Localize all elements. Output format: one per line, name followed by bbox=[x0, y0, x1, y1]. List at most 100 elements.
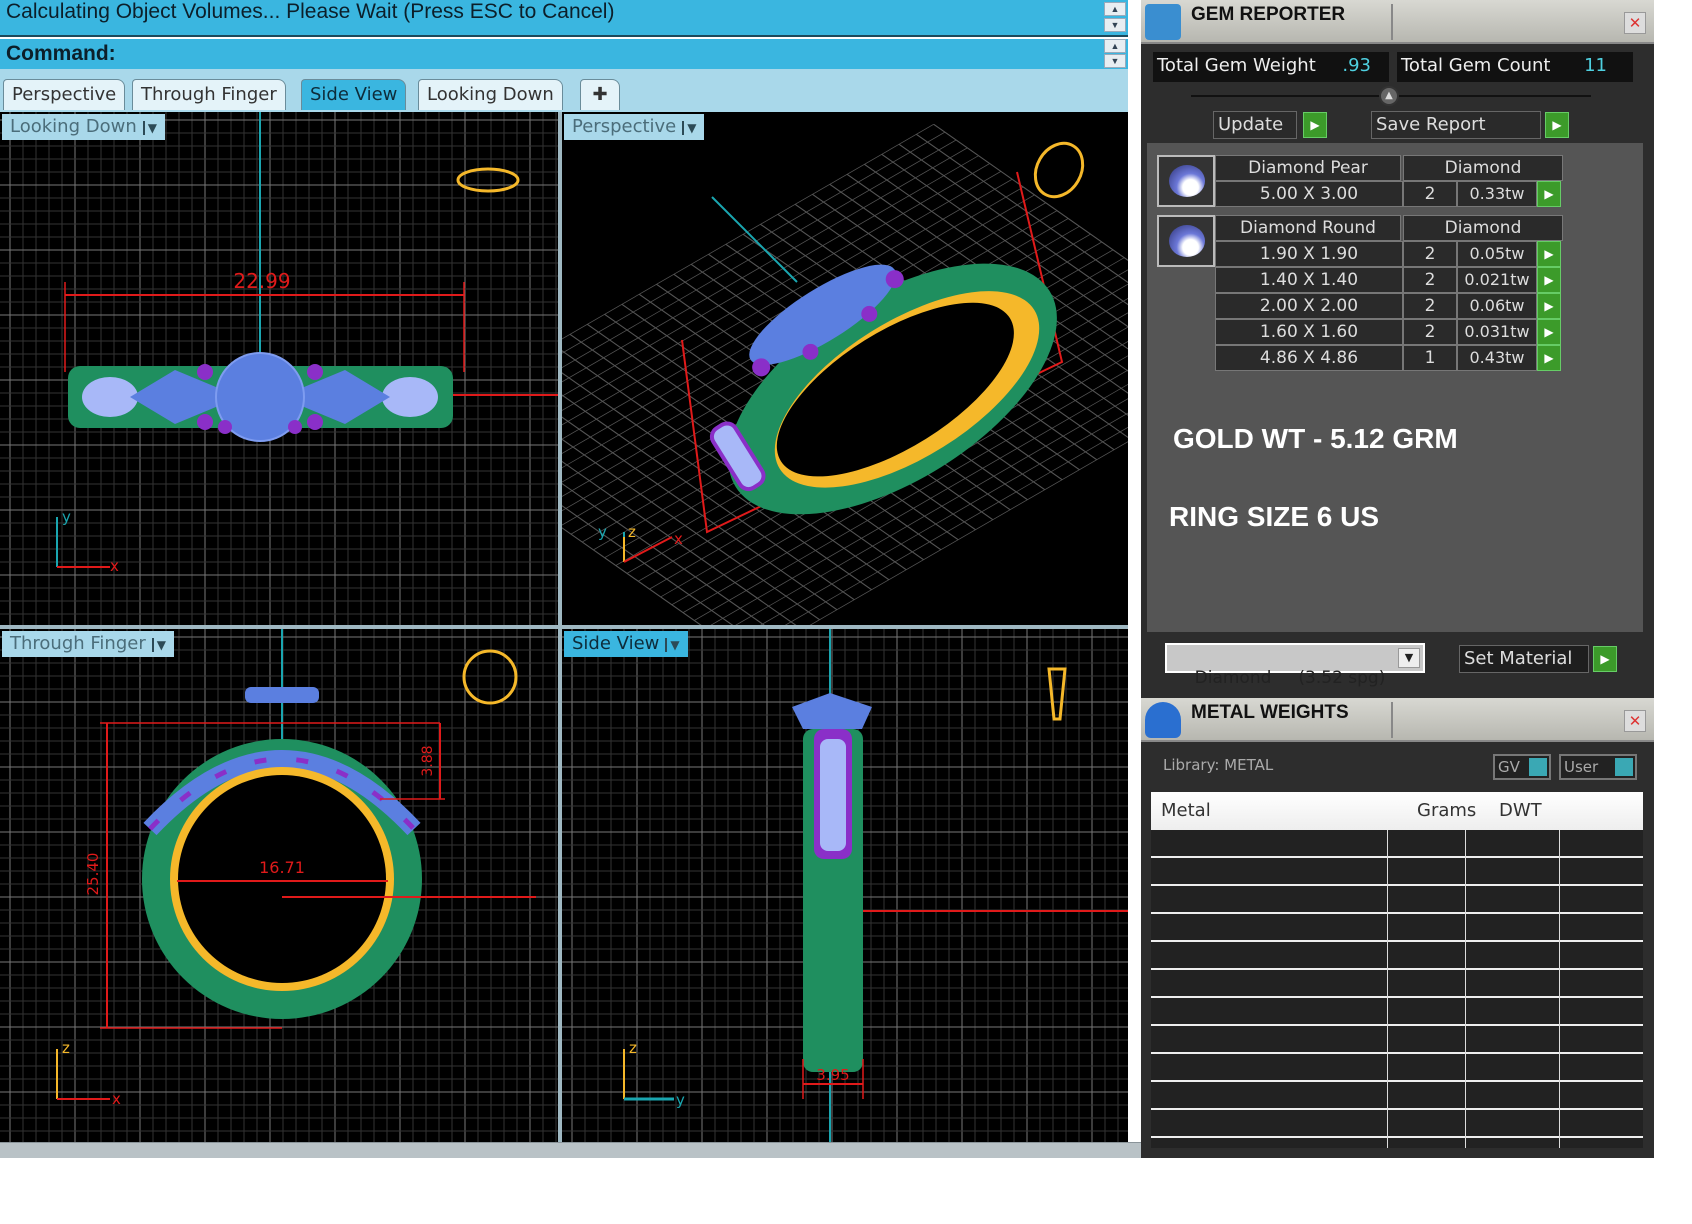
viewport-view-selector[interactable]: Looking Down ▼ bbox=[2, 114, 165, 140]
gem-shape-icon bbox=[1157, 155, 1215, 207]
viewport-view-selector[interactable]: Side View ▼ bbox=[564, 631, 688, 657]
tab-looking-down[interactable]: Looking Down bbox=[418, 79, 563, 110]
play-icon[interactable]: ▶ bbox=[1537, 293, 1561, 319]
table-row[interactable] bbox=[1151, 970, 1643, 998]
axis-z-label: z bbox=[62, 1039, 70, 1057]
status-scroll-down[interactable]: ▼ bbox=[1104, 18, 1126, 32]
gem-count: 2 bbox=[1403, 319, 1457, 345]
viewport-view-selector[interactable]: Perspective ▼ bbox=[564, 114, 705, 140]
table-row[interactable] bbox=[1151, 1054, 1643, 1082]
user-toggle[interactable]: User bbox=[1559, 754, 1637, 780]
metal-weights-title: METAL WEIGHTS bbox=[1191, 702, 1349, 723]
total-gem-weight: Total Gem Weight .93 bbox=[1153, 52, 1389, 82]
chevron-down-icon[interactable]: ▼ bbox=[665, 638, 680, 652]
tab-label: Looking Down bbox=[427, 84, 554, 105]
viewport-view-selector[interactable]: Through Finger ▼ bbox=[2, 631, 174, 657]
axis-x-label: x bbox=[112, 1090, 121, 1108]
metal-table: Metal Grams DWT bbox=[1151, 792, 1643, 1148]
viewport-area: 22.99 y x Looking Down ▼ y z x Perspecti… bbox=[0, 112, 1128, 1142]
side-view-drawing: 3.95 z y bbox=[562, 629, 1128, 1142]
total-gem-count: Total Gem Count 11 bbox=[1397, 52, 1633, 82]
play-icon[interactable]: ▶ bbox=[1537, 345, 1561, 371]
axis-y-label: y bbox=[676, 1091, 685, 1109]
play-icon[interactable]: ▶ bbox=[1545, 112, 1569, 138]
perspective-drawing: y z x bbox=[562, 123, 1128, 625]
close-icon[interactable]: ✕ bbox=[1624, 12, 1646, 34]
command-line[interactable]: Command: ▲ ▼ bbox=[0, 39, 1128, 69]
command-scroll-down[interactable]: ▼ bbox=[1104, 54, 1126, 68]
total-gem-weight-value: .93 bbox=[1342, 55, 1371, 76]
axis-z-label: z bbox=[629, 1039, 637, 1057]
dimension-label-inner: 16.71 bbox=[259, 858, 305, 877]
column-divider bbox=[1559, 830, 1560, 1148]
axis-x-label: x bbox=[110, 557, 119, 575]
command-scroll-up[interactable]: ▲ bbox=[1104, 39, 1126, 53]
ring-thumbnail bbox=[462, 649, 518, 705]
toggle-icon bbox=[1615, 758, 1633, 776]
set-material-button[interactable]: Set Material bbox=[1459, 645, 1589, 673]
tab-side-view[interactable]: Side View bbox=[301, 79, 407, 110]
table-row[interactable] bbox=[1151, 830, 1643, 858]
chevron-down-icon[interactable]: ▼ bbox=[682, 121, 696, 135]
tab-label: Perspective bbox=[12, 84, 117, 105]
play-icon[interactable]: ▶ bbox=[1537, 319, 1561, 345]
update-button[interactable]: Update bbox=[1213, 111, 1297, 139]
status-scroll-up[interactable]: ▲ bbox=[1104, 2, 1126, 16]
table-row[interactable] bbox=[1151, 1026, 1643, 1054]
material-select[interactable]: Diamond (3.52 spg) ▼ bbox=[1165, 643, 1425, 688]
viewport-label: Through Finger bbox=[10, 633, 146, 654]
table-row[interactable] bbox=[1151, 886, 1643, 914]
save-report-button[interactable]: Save Report bbox=[1371, 111, 1541, 139]
chevron-down-icon[interactable]: ▼ bbox=[142, 121, 157, 135]
column-header-dwt[interactable]: DWT bbox=[1499, 800, 1542, 821]
collapse-icon[interactable]: ▲ bbox=[1379, 86, 1399, 106]
gem-shape: Diamond Pear bbox=[1215, 155, 1401, 181]
status-message: Calculating Object Volumes... Please Wai… bbox=[6, 0, 615, 23]
play-icon[interactable]: ▶ bbox=[1537, 241, 1561, 267]
gv-toggle[interactable]: GV bbox=[1493, 754, 1551, 780]
table-row[interactable] bbox=[1151, 1110, 1643, 1138]
viewport-side-view[interactable]: 3.95 z y Side View ▼ bbox=[562, 629, 1128, 1142]
chevron-down-icon[interactable]: ▼ bbox=[1398, 648, 1420, 668]
gem-count: 1 bbox=[1403, 345, 1457, 371]
viewport-perspective[interactable]: y z x Perspective ▼ bbox=[562, 112, 1128, 625]
tab-perspective[interactable]: Perspective bbox=[3, 79, 126, 110]
viewport-scrollbar[interactable] bbox=[0, 1142, 1141, 1158]
viewport-label: Perspective bbox=[572, 116, 677, 137]
column-header-metal[interactable]: Metal bbox=[1161, 800, 1211, 821]
table-row[interactable] bbox=[1151, 914, 1643, 942]
total-gem-weight-label: Total Gem Weight bbox=[1157, 55, 1316, 76]
gem-shape: Diamond Round bbox=[1215, 215, 1401, 241]
viewport-through-finger[interactable]: 25.40 16.71 3.88 z x Through Finger ▼ bbox=[0, 629, 558, 1142]
play-icon[interactable]: ▶ bbox=[1537, 267, 1561, 293]
column-header-grams[interactable]: Grams bbox=[1417, 800, 1476, 821]
viewport-looking-down[interactable]: 22.99 y x Looking Down ▼ bbox=[0, 112, 558, 625]
gem-material: Diamond bbox=[1403, 215, 1563, 241]
table-row[interactable] bbox=[1151, 1082, 1643, 1110]
close-icon[interactable]: ✕ bbox=[1624, 710, 1646, 732]
dimension-label-top: 3.88 bbox=[420, 745, 436, 776]
gold-weight-note: GOLD WT - 5.12 GRM bbox=[1173, 423, 1458, 454]
play-icon[interactable]: ▶ bbox=[1537, 181, 1561, 207]
library-label: Library: METAL bbox=[1163, 756, 1274, 774]
gem-size: 2.00 X 2.00 bbox=[1215, 293, 1403, 319]
metal-weights-icon bbox=[1145, 702, 1181, 738]
column-divider bbox=[1387, 830, 1388, 1148]
gem-shape-icon bbox=[1157, 215, 1215, 267]
command-label: Command: bbox=[6, 42, 116, 65]
play-icon[interactable]: ▶ bbox=[1593, 646, 1617, 672]
table-row[interactable] bbox=[1151, 942, 1643, 970]
axis-x-label: x bbox=[674, 530, 683, 548]
table-row[interactable] bbox=[1151, 998, 1643, 1026]
ring-side-view bbox=[792, 693, 872, 1072]
play-icon[interactable]: ▶ bbox=[1303, 112, 1327, 138]
gem-material: Diamond bbox=[1403, 155, 1563, 181]
tab-through-finger[interactable]: Through Finger bbox=[132, 79, 286, 110]
chevron-down-icon[interactable]: ▼ bbox=[151, 638, 166, 652]
total-gem-count-label: Total Gem Count bbox=[1401, 55, 1551, 76]
gem-weight: 0.031tw bbox=[1457, 319, 1537, 345]
dimension-label: 22.99 bbox=[233, 269, 290, 293]
table-row[interactable] bbox=[1151, 858, 1643, 886]
add-tab-button[interactable]: ✚ bbox=[580, 79, 620, 110]
divider bbox=[1391, 4, 1393, 40]
